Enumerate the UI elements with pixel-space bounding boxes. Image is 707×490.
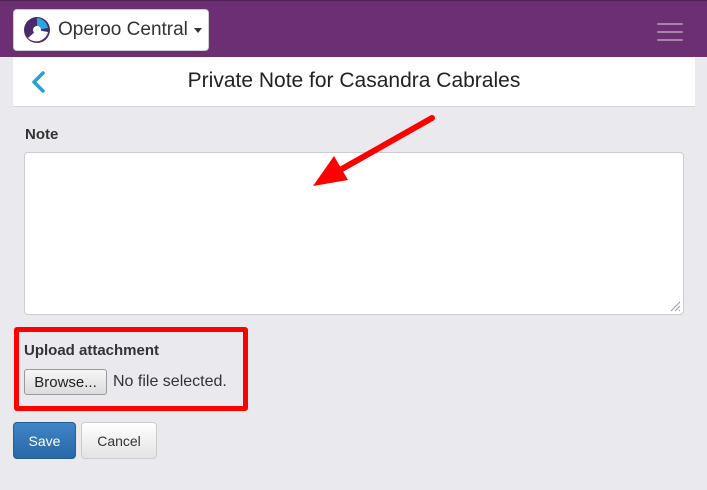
file-status-text: No file selected. <box>113 373 227 390</box>
cancel-button[interactable]: Cancel <box>81 422 157 459</box>
caret-down-icon <box>193 27 202 33</box>
save-button[interactable]: Save <box>13 422 76 459</box>
top-navbar: Operoo Central <box>0 0 707 57</box>
annotation-arrow-icon <box>313 115 435 186</box>
upload-attachment-label: Upload attachment <box>24 342 160 359</box>
page-title: Private Note for Casandra Cabrales <box>187 69 521 92</box>
note-label: Note <box>25 126 59 143</box>
app-switcher-dropdown[interactable]: Operoo Central <box>13 9 209 51</box>
page-header: Private Note for Casandra Cabrales <box>13 57 695 107</box>
app-name: Operoo Central <box>58 19 188 40</box>
hamburger-menu-icon[interactable] <box>657 23 683 41</box>
resize-grip-icon[interactable] <box>669 300 681 312</box>
browse-button[interactable]: Browse... <box>24 369 107 395</box>
operoo-logo-icon <box>24 17 50 43</box>
